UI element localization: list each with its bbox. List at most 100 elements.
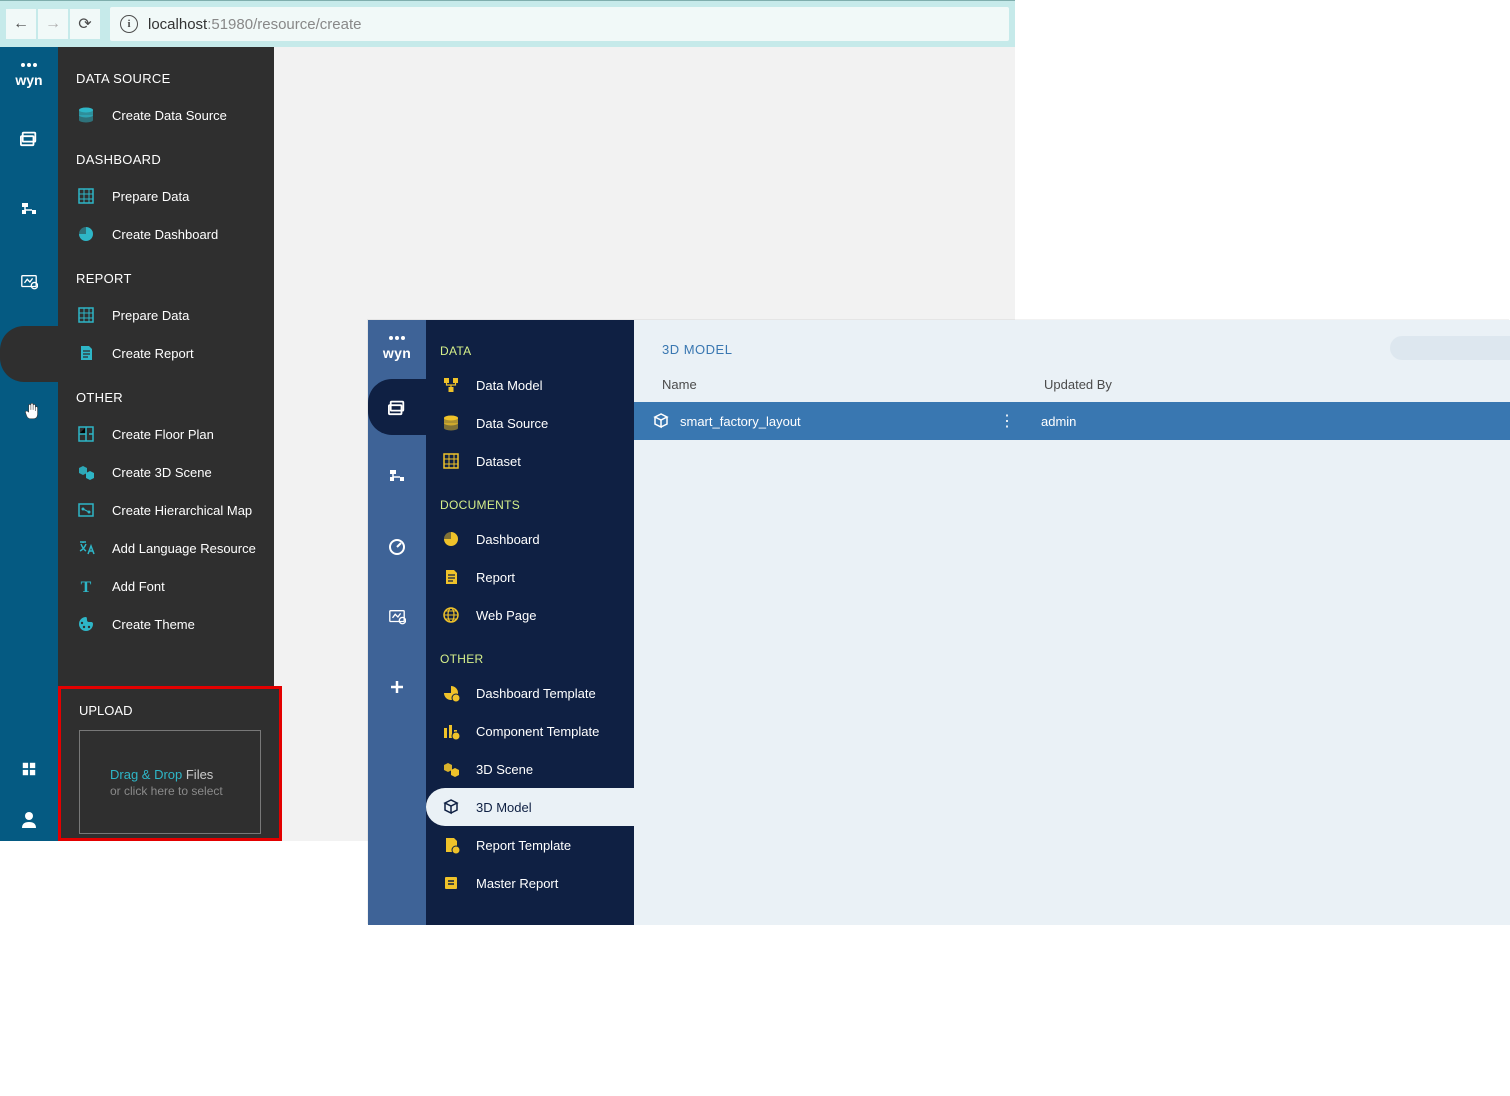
database-icon — [440, 414, 462, 432]
menu-item-label: Report — [476, 570, 515, 585]
search-input[interactable] — [1390, 336, 1510, 360]
table-row[interactable]: smart_factory_layout⋮admin — [634, 402, 1510, 440]
menu-item-prepare-data[interactable]: Prepare Data — [58, 177, 274, 215]
rail-create-icon[interactable] — [0, 326, 58, 382]
rail-gauge-portal-icon[interactable] — [368, 519, 426, 575]
section-header: DOCUMENTS — [426, 480, 634, 520]
menu-item-dashboard[interactable]: Dashboard — [426, 520, 634, 558]
reload-button[interactable]: ⟳ — [70, 9, 100, 39]
menu-item-label: Add Language Resource — [112, 541, 256, 556]
cube3d-icon — [440, 798, 462, 816]
cubes-icon — [440, 760, 462, 778]
resource-type-sidebar: DATAData ModelData SourceDatasetDOCUMENT… — [426, 320, 634, 925]
app-logo[interactable] — [0, 47, 58, 110]
menu-item-data-model[interactable]: Data Model — [426, 366, 634, 404]
menu-item-label: 3D Scene — [476, 762, 533, 777]
menu-item-add-font[interactable]: Add Font — [58, 567, 274, 605]
doc-icon — [76, 344, 96, 362]
rail-categories-portal-icon[interactable] — [368, 449, 426, 505]
menu-item-report[interactable]: Report — [426, 558, 634, 596]
menu-item-label: Create 3D Scene — [112, 465, 212, 480]
section-header: OTHER — [58, 372, 274, 415]
menu-item-create-report[interactable]: Create Report — [58, 334, 274, 372]
pie-icon — [440, 530, 462, 548]
rail-monitor-portal-icon[interactable] — [368, 589, 426, 645]
rail-apps-icon[interactable] — [0, 741, 58, 797]
rail-categories-icon[interactable] — [0, 182, 58, 238]
content-area: 3D MODEL Name Updated By smart_factory_l… — [634, 320, 1510, 925]
menu-item-data-source[interactable]: Data Source — [426, 404, 634, 442]
menu-item-label: Data Model — [476, 378, 542, 393]
menu-item-create-theme[interactable]: Create Theme — [58, 605, 274, 643]
menu-item-label: Create Theme — [112, 617, 195, 632]
upload-section: UPLOAD Drag & Drop Files or click here t… — [58, 686, 282, 841]
menu-item-create-dashboard[interactable]: Create Dashboard — [58, 215, 274, 253]
floorplan-icon — [76, 425, 96, 443]
section-header: REPORT — [58, 253, 274, 296]
url-path: :51980/resource/create — [207, 16, 361, 33]
menu-item-master-report[interactable]: Master Report — [426, 864, 634, 902]
forward-button[interactable]: → — [38, 9, 68, 39]
menu-item-add-language-resource[interactable]: Add Language Resource — [58, 529, 274, 567]
page-title: 3D MODEL — [634, 320, 1510, 371]
menu-item-label: Create Data Source — [112, 108, 227, 123]
datamodel-icon — [440, 376, 462, 394]
menu-item-label: Web Page — [476, 608, 536, 623]
section-header: DASHBOARD — [58, 134, 274, 177]
col-updated-header[interactable]: Updated By — [1044, 377, 1482, 392]
masterreport-icon — [440, 874, 462, 892]
menu-item-report-template[interactable]: Report Template — [426, 826, 634, 864]
rail-nav-left — [0, 47, 58, 841]
reporttpl-icon — [440, 836, 462, 854]
rail-add-portal-icon[interactable] — [368, 659, 426, 715]
database-icon — [76, 106, 96, 124]
address-bar[interactable]: i localhost:51980/resource/create — [110, 7, 1009, 41]
palette-icon — [76, 615, 96, 633]
app-logo-portal[interactable] — [368, 320, 426, 379]
menu-item-label: Dataset — [476, 454, 521, 469]
globe-icon — [440, 606, 462, 624]
col-name-header[interactable]: Name — [662, 377, 1044, 392]
menu-item-label: Add Font — [112, 579, 165, 594]
rail-documents-portal-icon[interactable] — [368, 379, 426, 435]
row-name: smart_factory_layout — [680, 414, 995, 429]
upload-drop-zone[interactable]: Drag & Drop Files or click here to selec… — [79, 730, 261, 834]
model-icon — [650, 412, 672, 430]
menu-item-label: Create Report — [112, 346, 194, 361]
menu-item-create-floor-plan[interactable]: Create Floor Plan — [58, 415, 274, 453]
section-header: DATA SOURCE — [58, 47, 274, 96]
menu-item-create-data-source[interactable]: Create Data Source — [58, 96, 274, 134]
menu-item-dataset[interactable]: Dataset — [426, 442, 634, 480]
menu-item-prepare-data[interactable]: Prepare Data — [58, 296, 274, 334]
menu-item-create-3d-scene[interactable]: Create 3D Scene — [58, 453, 274, 491]
menu-item-component-template[interactable]: Component Template — [426, 712, 634, 750]
upload-sub: or click here to select — [110, 784, 230, 798]
rail-user-icon[interactable] — [0, 797, 58, 841]
menu-item-label: Prepare Data — [112, 189, 189, 204]
section-header: OTHER — [426, 634, 634, 674]
lang-icon — [76, 539, 96, 557]
menu-item-3d-scene[interactable]: 3D Scene — [426, 750, 634, 788]
url-host: localhost — [148, 16, 207, 33]
menu-item-web-page[interactable]: Web Page — [426, 596, 634, 634]
menu-item-label: 3D Model — [476, 800, 532, 815]
menu-item-label: Data Source — [476, 416, 548, 431]
column-headers: Name Updated By — [634, 371, 1510, 402]
menu-item-3d-model[interactable]: 3D Model — [426, 788, 634, 826]
rail-documents-icon[interactable] — [0, 110, 58, 166]
hiermap-icon — [76, 501, 96, 519]
rail-nav-portal — [368, 320, 426, 925]
site-info-icon[interactable]: i — [120, 15, 138, 33]
menu-item-label: Component Template — [476, 724, 599, 739]
row-menu-button[interactable]: ⋮ — [995, 411, 1019, 431]
dashtpl-icon — [440, 684, 462, 702]
menu-item-create-hierarchical-map[interactable]: Create Hierarchical Map — [58, 491, 274, 529]
menu-item-label: Master Report — [476, 876, 558, 891]
menu-item-dashboard-template[interactable]: Dashboard Template — [426, 674, 634, 712]
menu-item-label: Prepare Data — [112, 308, 189, 323]
rail-monitor-icon[interactable] — [0, 254, 58, 310]
browser-toolbar: ← → ⟳ i localhost:51980/resource/create — [0, 0, 1015, 47]
grid-icon — [76, 306, 96, 324]
back-button[interactable]: ← — [6, 9, 36, 39]
menu-item-label: Dashboard Template — [476, 686, 596, 701]
